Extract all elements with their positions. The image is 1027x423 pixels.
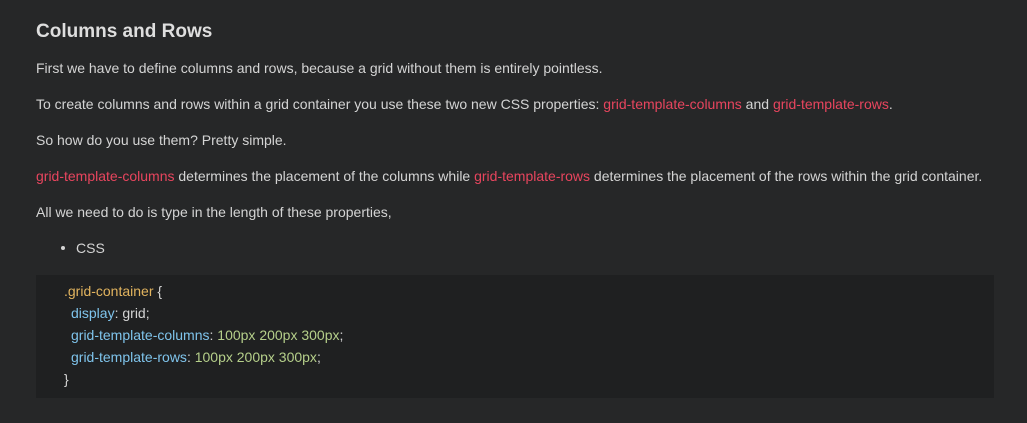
code-open-brace: { [153,283,163,299]
code-colon: : [186,349,195,365]
inline-code-grid-template-rows: grid-template-rows [772,96,889,112]
paragraph-text: and [741,96,773,112]
code-property: grid-template-columns [71,327,210,343]
paragraph-text: To create columns and rows within a grid… [36,96,604,112]
code-line-display: display: grid; [71,302,150,324]
paragraph-intro: First we have to define columns and rows… [36,60,603,76]
paragraph-how: So how do you use them? Pretty simple. [36,132,287,148]
section-heading: Columns and Rows [36,21,213,42]
inline-code-grid-template-rows: grid-template-rows [474,168,591,184]
paragraph-text: . [888,96,893,112]
code-property: display [71,305,115,321]
code-value: grid [122,305,146,321]
code-block: .grid-container { display: grid; grid-te… [36,275,994,398]
paragraph-length: All we need to do is type in the length … [36,204,392,220]
code-semicolon: ; [316,349,321,365]
list-item-css: CSS [76,240,105,256]
paragraph-text: determines the placement of the columns … [174,168,475,184]
code-value: 100px 200px 300px [194,349,317,365]
code-close-brace: } [64,371,69,387]
code-line-selector: .grid-container { [64,280,162,302]
code-semicolon: ; [145,305,150,321]
code-line-columns: grid-template-columns: 100px 200px 300px… [71,324,343,346]
code-line-rows: grid-template-rows: 100px 200px 300px; [71,346,321,368]
code-selector: .grid-container [64,283,154,299]
code-value: 100px 200px 300px [217,327,340,343]
bullet-icon [61,246,65,250]
paragraph-properties: To create columns and rows within a grid… [36,95,893,113]
code-property: grid-template-rows [71,349,187,365]
code-semicolon: ; [339,327,344,343]
code-line-close: } [64,368,69,390]
paragraph-text: determines the placement of the rows wit… [590,168,983,184]
paragraph-placement: grid-template-columns determines the pla… [36,167,982,185]
inline-code-grid-template-columns: grid-template-columns [36,168,175,184]
inline-code-grid-template-columns: grid-template-columns [603,96,742,112]
